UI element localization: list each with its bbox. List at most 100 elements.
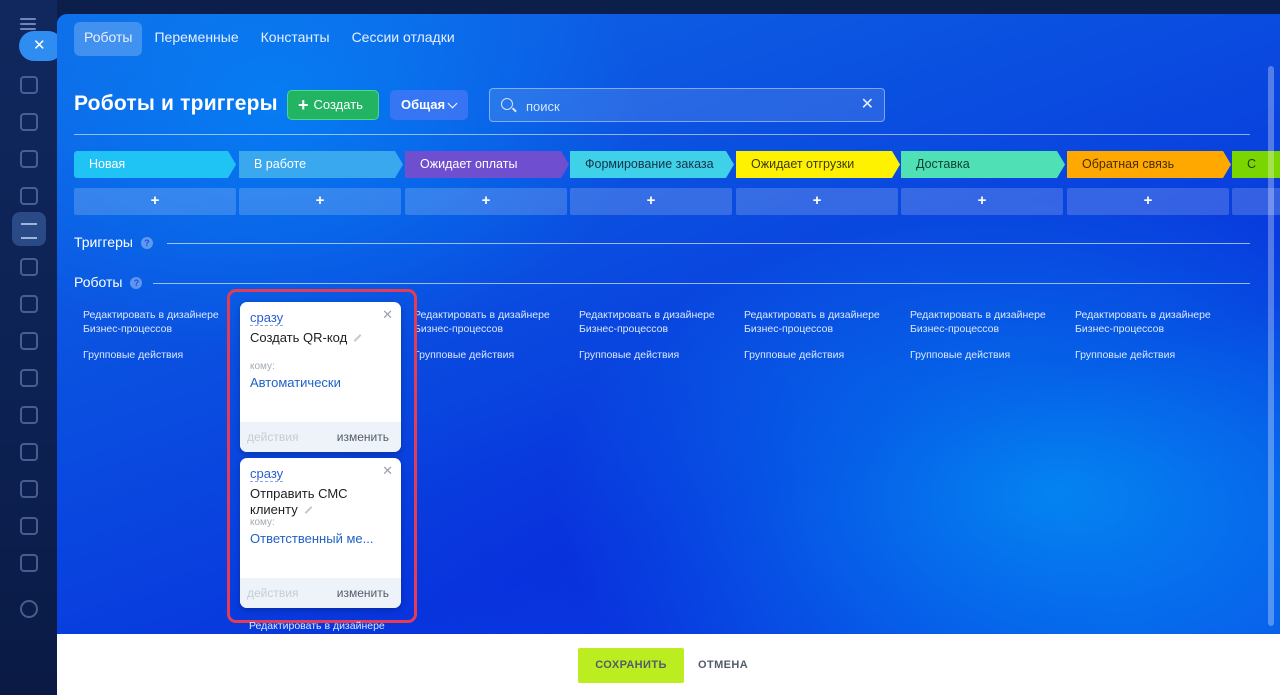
column-actions: Редактировать в дизайнере Бизнес-процесс… bbox=[414, 308, 564, 362]
robot-title: Создать QR-код bbox=[250, 330, 380, 346]
robot-responsible[interactable]: Автоматически bbox=[250, 375, 341, 390]
edit-in-designer-link[interactable]: Редактировать в дизайнере Бизнес-процесс… bbox=[414, 308, 564, 336]
stage-feedback[interactable]: Обратная связь bbox=[1067, 151, 1231, 178]
robot-icon[interactable] bbox=[20, 295, 38, 313]
tab-constants[interactable]: Константы bbox=[251, 22, 340, 56]
create-label: Создать bbox=[313, 97, 363, 112]
card-icon[interactable] bbox=[20, 369, 38, 387]
tasks-icon[interactable] bbox=[20, 113, 38, 131]
add-button[interactable]: + bbox=[901, 188, 1063, 215]
help-icon[interactable]: ? bbox=[140, 237, 153, 249]
robot-when-link[interactable]: сразу bbox=[250, 467, 284, 482]
app-sidebar: ✕ bbox=[0, 0, 63, 695]
page-title: Роботы и триггеры bbox=[74, 92, 278, 115]
close-icon[interactable]: ✕ bbox=[382, 463, 393, 479]
robot-change-link[interactable]: изменить bbox=[337, 586, 389, 600]
robots-label: Роботы bbox=[74, 274, 123, 290]
triggers-label: Триггеры bbox=[74, 234, 133, 250]
stage-new[interactable]: Новая bbox=[74, 151, 236, 178]
document-icon[interactable] bbox=[20, 332, 38, 350]
add-button[interactable]: + bbox=[736, 188, 898, 215]
group-actions-link[interactable]: Групповые действия bbox=[83, 348, 233, 362]
group-actions-link[interactable]: Групповые действия bbox=[414, 348, 564, 362]
calendar-icon[interactable] bbox=[20, 258, 38, 276]
robot-responsible[interactable]: Ответственный ме... bbox=[250, 531, 373, 546]
tab-robots[interactable]: Роботы bbox=[74, 22, 143, 56]
search-icon bbox=[501, 98, 513, 110]
robot-card[interactable]: сразу ✕ Отправить СМС клиенту кому: Отве… bbox=[240, 458, 401, 608]
stage-awaiting-payment[interactable]: Ожидает оплаты bbox=[405, 151, 569, 178]
robot-card[interactable]: сразу ✕ Создать QR-код кому: Автоматичес… bbox=[240, 302, 401, 452]
add-button[interactable]: + bbox=[1067, 188, 1229, 215]
column-actions: Редактировать в дизайнере Бизнес-процесс… bbox=[910, 308, 1060, 362]
add-button[interactable]: + bbox=[570, 188, 732, 215]
column-actions: Редактировать в дизайнере Бизнес-процесс… bbox=[1075, 308, 1225, 362]
robots-heading: Роботы? bbox=[74, 274, 143, 290]
triggers-divider bbox=[167, 243, 1250, 244]
stage-bar: Новая В работе Ожидает оплаты Формирован… bbox=[74, 151, 1280, 179]
tab-debug-sessions[interactable]: Сессии отладки bbox=[342, 22, 465, 56]
menu-icon[interactable] bbox=[20, 18, 36, 30]
help-icon[interactable]: ? bbox=[130, 277, 143, 289]
messages-icon[interactable] bbox=[20, 150, 38, 168]
robot-actions-link[interactable]: действия bbox=[247, 586, 298, 600]
robot-actions-link[interactable]: действия bbox=[247, 430, 298, 444]
crm-filter-icon[interactable] bbox=[12, 212, 46, 246]
stage-in-progress[interactable]: В работе bbox=[239, 151, 403, 178]
robots-panel: Роботы Переменные Константы Сессии отлад… bbox=[57, 14, 1280, 695]
group-actions-link[interactable]: Групповые действия bbox=[1075, 348, 1225, 362]
robot-to-label: кому: bbox=[250, 517, 275, 528]
column-actions: Редактировать в дизайнере Бизнес-процесс… bbox=[744, 308, 894, 362]
add-button[interactable]: + bbox=[405, 188, 567, 215]
settings-icon[interactable] bbox=[20, 600, 38, 618]
users-icon[interactable] bbox=[20, 443, 38, 461]
triggers-heading: Триггеры? bbox=[74, 234, 153, 250]
general-label: Общая bbox=[401, 97, 446, 112]
chat-icon[interactable] bbox=[20, 76, 38, 94]
robot-name: Отправить СМС клиенту bbox=[250, 486, 348, 517]
pencil-icon[interactable] bbox=[304, 506, 313, 514]
add-button[interactable]: + bbox=[239, 188, 401, 215]
robots-divider bbox=[153, 283, 1250, 284]
column-actions: Редактировать в дизайнере Бизнес-процесс… bbox=[579, 308, 729, 362]
robot-when-link[interactable]: сразу bbox=[250, 311, 284, 326]
monitor-icon[interactable] bbox=[20, 480, 38, 498]
divider bbox=[74, 134, 1250, 135]
create-button[interactable]: + Создать bbox=[287, 90, 379, 120]
footer-bar: СОХРАНИТЬ ОТМЕНА bbox=[57, 634, 1280, 695]
box-icon[interactable] bbox=[20, 517, 38, 535]
hexagon-icon[interactable] bbox=[20, 187, 38, 205]
stage-awaiting-shipment[interactable]: Ожидает отгрузки bbox=[736, 151, 900, 178]
edit-in-designer-link[interactable]: Редактировать в дизайнере Бизнес-процесс… bbox=[83, 308, 233, 336]
cancel-button[interactable]: ОТМЕНА bbox=[698, 648, 748, 683]
schedule-icon[interactable] bbox=[20, 554, 38, 572]
search-box: ✕ bbox=[489, 88, 885, 122]
robot-title: Отправить СМС клиенту bbox=[250, 486, 360, 518]
add-button[interactable]: + bbox=[74, 188, 236, 215]
edit-in-designer-link[interactable]: Редактировать в дизайнере Бизнес-процесс… bbox=[910, 308, 1060, 336]
pencil-icon[interactable] bbox=[353, 334, 362, 342]
search-input[interactable] bbox=[526, 96, 846, 116]
tab-variables[interactable]: Переменные bbox=[144, 22, 248, 56]
edit-in-designer-link[interactable]: Редактировать в дизайнере bbox=[249, 620, 385, 632]
add-trigger-row: + + + + + + + bbox=[74, 188, 1280, 216]
close-icon[interactable]: ✕ bbox=[382, 307, 393, 323]
edit-in-designer-link[interactable]: Редактировать в дизайнере Бизнес-процесс… bbox=[579, 308, 729, 336]
group-actions-link[interactable]: Групповые действия bbox=[744, 348, 894, 362]
stage-order-forming[interactable]: Формирование заказа bbox=[570, 151, 734, 178]
save-button[interactable]: СОХРАНИТЬ bbox=[578, 648, 684, 683]
column-actions: Редактировать в дизайнере Бизнес-процесс… bbox=[83, 308, 233, 362]
robot-to-label: кому: bbox=[250, 361, 275, 372]
stage-delivery[interactable]: Доставка bbox=[901, 151, 1065, 178]
general-dropdown[interactable]: Общая bbox=[390, 90, 468, 120]
robot-change-link[interactable]: изменить bbox=[337, 430, 389, 444]
scrollbar[interactable] bbox=[1268, 66, 1274, 626]
group-actions-link[interactable]: Групповые действия bbox=[910, 348, 1060, 362]
tab-bar: Роботы Переменные Константы Сессии отлад… bbox=[74, 22, 467, 56]
group-actions-link[interactable]: Групповые действия bbox=[579, 348, 729, 362]
plus-icon: + bbox=[298, 95, 309, 115]
mail-icon[interactable] bbox=[20, 406, 38, 424]
edit-in-designer-link[interactable]: Редактировать в дизайнере Бизнес-процесс… bbox=[1075, 308, 1225, 336]
clear-icon[interactable]: ✕ bbox=[861, 96, 874, 114]
edit-in-designer-link[interactable]: Редактировать в дизайнере Бизнес-процесс… bbox=[744, 308, 894, 336]
